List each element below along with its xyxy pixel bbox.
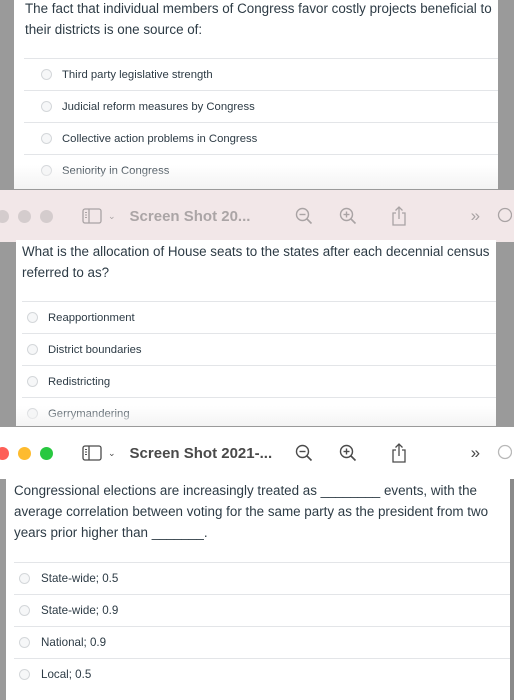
search-button[interactable]	[494, 205, 514, 227]
question-panel-2: What is the allocation of House seats to…	[16, 240, 496, 426]
window-title: Screen Shot 2021-...	[129, 444, 273, 462]
zoom-out-button[interactable]	[294, 442, 314, 464]
answer-option[interactable]: District boundaries	[22, 333, 496, 365]
answer-option[interactable]: Redistricting	[22, 365, 496, 397]
share-icon	[392, 443, 406, 463]
radio-button[interactable]	[41, 165, 52, 176]
sidebar-icon	[82, 208, 102, 224]
answer-label: National; 0.9	[41, 636, 107, 649]
answer-label: District boundaries	[48, 343, 142, 356]
answer-label: Reapportionment	[48, 311, 135, 324]
answer-label: Redistricting	[48, 375, 111, 388]
radio-button[interactable]	[27, 344, 38, 355]
radio-button[interactable]	[41, 133, 52, 144]
radio-button[interactable]	[41, 101, 52, 112]
close-window-button[interactable]	[0, 209, 9, 223]
answer-label: Collective action problems in Congress	[62, 132, 258, 145]
close-window-button[interactable]	[0, 446, 9, 460]
answer-list: State-wide; 0.5 State-wide; 0.9 National…	[14, 562, 510, 690]
radio-button[interactable]	[19, 605, 30, 616]
zoom-in-icon	[340, 444, 357, 462]
question-panel-1: The fact that individual members of Cong…	[14, 0, 498, 189]
answer-label: Third party legislative strength	[62, 68, 213, 81]
question-panel-3: Congressional elections are increasingly…	[6, 479, 510, 700]
chevron-down-icon: ⌄	[108, 447, 116, 458]
answer-option[interactable]: State-wide; 0.5	[14, 562, 510, 594]
radio-button[interactable]	[27, 376, 38, 387]
sidebar-toggle-button[interactable]: ⌄	[82, 445, 116, 461]
answer-option[interactable]: Reapportionment	[22, 301, 496, 333]
answer-option[interactable]: Third party legislative strength	[24, 58, 498, 90]
zoom-out-icon	[295, 207, 313, 225]
more-tools-button[interactable]: »	[465, 442, 485, 464]
answer-label: Seniority in Congress	[62, 164, 170, 177]
sidebar-toggle-button[interactable]: ⌄	[82, 208, 116, 224]
answer-label: Local; 0.5	[41, 668, 92, 681]
preview-toolbar-active: ⌄ Screen Shot 2021-... »	[0, 427, 514, 479]
search-button[interactable]	[494, 442, 514, 464]
radio-button[interactable]	[41, 69, 52, 80]
window-title: Screen Shot 20...	[129, 207, 251, 225]
radio-button[interactable]	[27, 408, 38, 419]
chevron-down-icon: ⌄	[108, 210, 116, 221]
answer-option[interactable]: Local; 0.5	[14, 658, 510, 690]
share-icon	[392, 206, 406, 226]
answer-label: State-wide; 0.5	[41, 572, 119, 585]
zoom-out-button[interactable]	[294, 205, 314, 227]
more-tools-button[interactable]: »	[465, 205, 485, 227]
radio-button[interactable]	[19, 573, 30, 584]
zoom-out-icon	[295, 444, 313, 462]
answer-label: Judicial reform measures by Congress	[62, 100, 255, 113]
question-text: Congressional elections are increasingly…	[14, 483, 489, 540]
minimize-window-button[interactable]	[18, 446, 31, 460]
answer-label: State-wide; 0.9	[41, 604, 119, 617]
maximize-window-button[interactable]	[40, 446, 53, 460]
share-button[interactable]	[389, 205, 409, 227]
preview-toolbar-inactive: ⌄ Screen Shot 20... »	[0, 190, 514, 242]
answer-option[interactable]: National; 0.9	[14, 626, 510, 658]
minimize-window-button[interactable]	[18, 209, 31, 223]
answer-list: Third party legislative strength Judicia…	[24, 58, 498, 186]
window-controls	[0, 446, 62, 460]
answer-option[interactable]: Collective action problems in Congress	[24, 122, 498, 154]
answer-option[interactable]: State-wide; 0.9	[14, 594, 510, 626]
answer-option[interactable]: Judicial reform measures by Congress	[24, 90, 498, 122]
zoom-in-button[interactable]	[338, 205, 358, 227]
share-button[interactable]	[389, 442, 409, 464]
radio-button[interactable]	[19, 669, 30, 680]
search-icon	[497, 444, 512, 460]
question-text: What is the allocation of House seats to…	[22, 244, 490, 280]
question-text: The fact that individual members of Cong…	[25, 1, 492, 37]
answer-list: Reapportionment District boundaries Redi…	[22, 301, 496, 426]
answer-label: Gerrymandering	[48, 407, 130, 420]
window-controls	[0, 209, 62, 223]
answer-option[interactable]: Gerrymandering	[22, 397, 496, 426]
sidebar-icon	[82, 445, 102, 461]
answer-option[interactable]: Seniority in Congress	[24, 154, 498, 186]
zoom-in-icon	[340, 207, 357, 225]
search-icon	[497, 207, 512, 223]
window-edge-right	[510, 479, 514, 700]
radio-button[interactable]	[19, 637, 30, 648]
radio-button[interactable]	[27, 312, 38, 323]
zoom-in-button[interactable]	[338, 442, 358, 464]
maximize-window-button[interactable]	[40, 209, 53, 223]
